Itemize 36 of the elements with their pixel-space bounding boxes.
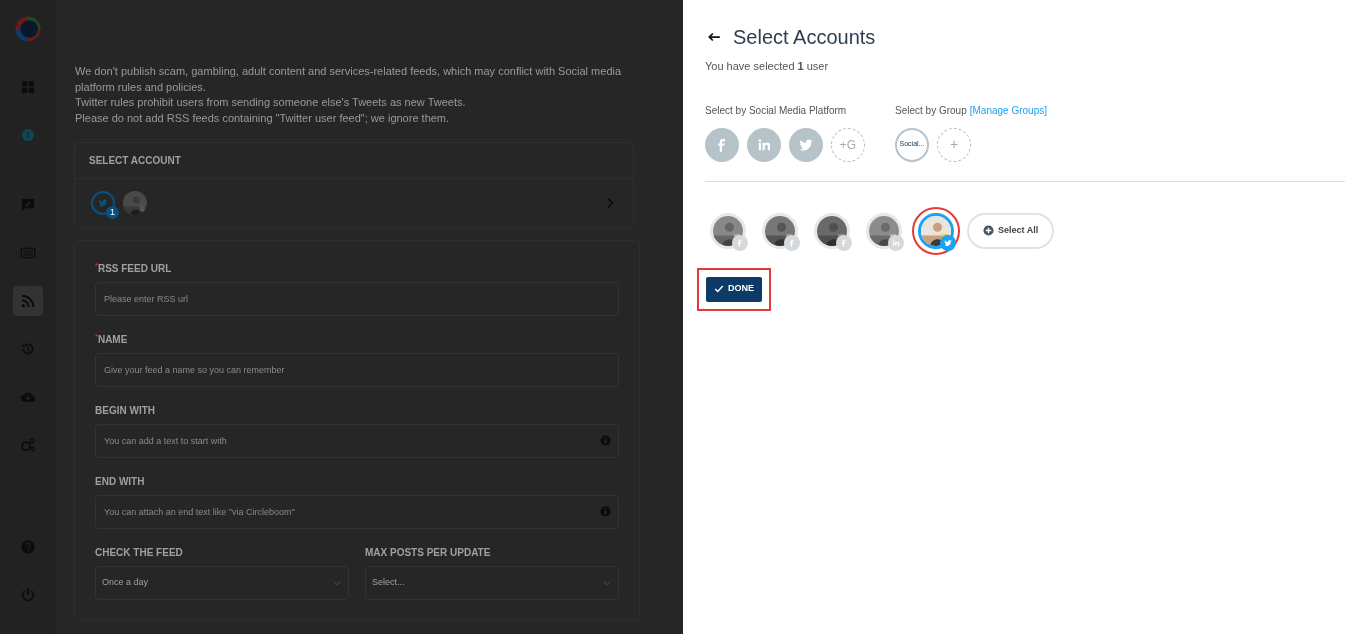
badge-icon xyxy=(19,127,36,143)
section-label: Select by Social Media Platform xyxy=(705,103,848,118)
dropdown[interactable]: Once a day xyxy=(95,566,349,600)
check-icon xyxy=(714,284,724,294)
dropdown[interactable]: Select... xyxy=(365,566,619,600)
chevron-down-icon xyxy=(332,578,342,588)
done-button[interactable]: DONE xyxy=(706,276,762,302)
field-label: END WITH xyxy=(95,475,146,489)
selection-summary: You have selected 1 user xyxy=(705,59,830,74)
plus-circle-icon xyxy=(983,225,994,236)
platform-button[interactable] xyxy=(705,127,739,162)
field-label: MAX POSTS PER UPDATE xyxy=(365,546,492,560)
section-title: SELECT ACCOUNT xyxy=(75,143,633,179)
select-all-button[interactable]: Select All xyxy=(967,212,1055,249)
platform-button[interactable] xyxy=(747,127,781,162)
bird-icon xyxy=(97,197,109,209)
panel-title: Select Accounts xyxy=(733,25,876,50)
text-field[interactable]: You can attach an end text like "via Circleboom" xyxy=(95,495,619,529)
text-field[interactable]: Give your feed a name so you can remember xyxy=(95,353,619,387)
notice-text: We don't publish scam, gambling, adult content and services-related feeds, which may conflict with Social media platform rules and policies. xyxy=(75,64,623,95)
notice-text: Please do not add RSS feeds containing "Twitter user feed"; we ignore them. xyxy=(75,110,451,126)
text-field[interactable]: You can add a text to start with xyxy=(95,424,619,458)
platform-button[interactable] xyxy=(789,127,823,162)
field-label: CHECK THE FEED xyxy=(95,546,184,560)
section-label: Select by Group xyxy=(895,103,967,118)
field-label: $^{*}$RSS FEED URL xyxy=(95,261,173,276)
rss-icon xyxy=(19,293,36,309)
count-badge: 1 xyxy=(106,206,119,219)
info-icon xyxy=(600,506,611,517)
info-icon xyxy=(600,435,611,446)
chevron-down-icon xyxy=(602,578,612,588)
sidebar-item[interactable] xyxy=(12,286,43,316)
notice-text: Twitter rules prohibit users from sending someone else's Tweets as new Tweets. xyxy=(75,95,467,110)
field-label: $^{*}$NAME xyxy=(95,332,129,347)
text-field[interactable]: Please enter RSS url xyxy=(95,282,619,316)
field-label: BEGIN WITH xyxy=(95,404,156,418)
